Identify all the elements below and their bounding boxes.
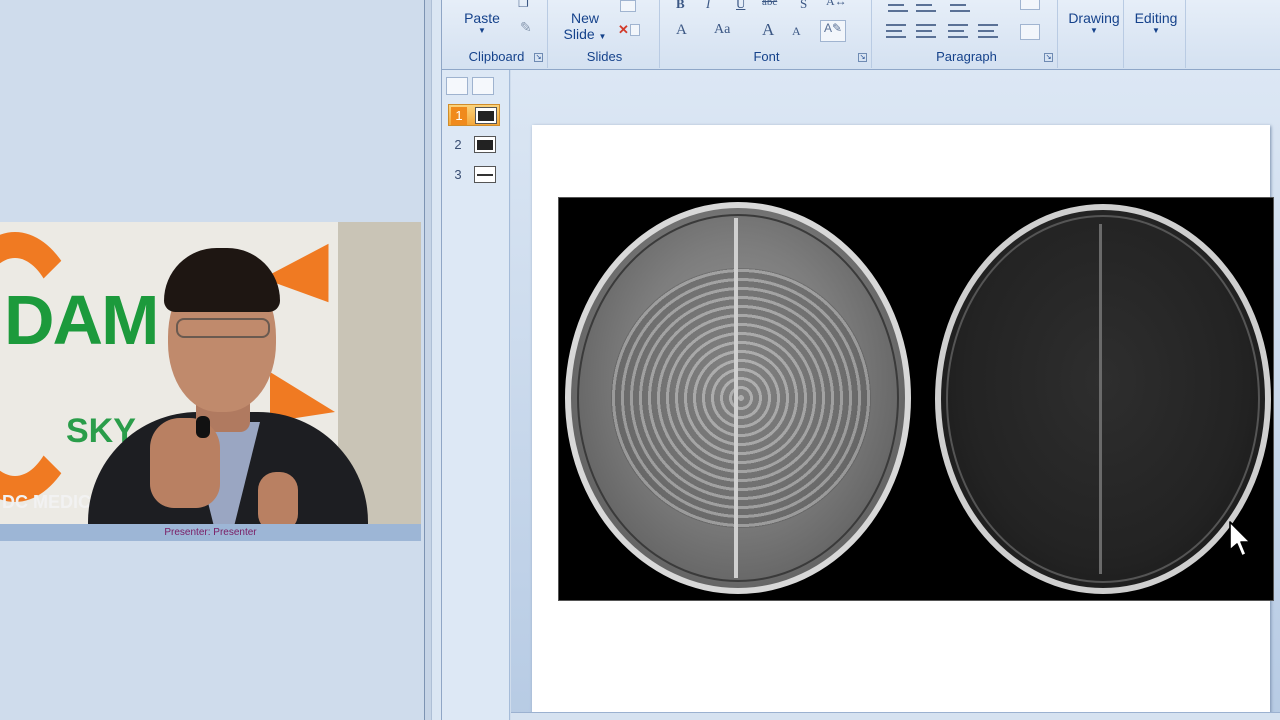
pane-splitter[interactable] xyxy=(432,0,442,720)
paragraph-group: Paragraph ↘ xyxy=(876,0,1058,68)
slide-thumbnail-2[interactable]: 2 xyxy=(448,134,500,156)
editing-label: Editing xyxy=(1134,10,1178,26)
slide-thumbnail-1[interactable]: 1 xyxy=(448,104,500,126)
presenter-figure xyxy=(258,472,298,524)
presenter-video: DAM SKY DC MEDIC xyxy=(0,222,421,524)
current-slide[interactable] xyxy=(532,125,1274,720)
presenter-figure xyxy=(176,318,270,338)
font-group-label: Font xyxy=(753,49,780,64)
delete-slide-icon[interactable]: ✕ xyxy=(618,22,629,38)
slide-thumbnail-3[interactable]: 3 xyxy=(448,164,500,186)
chevron-down-icon: ▼ xyxy=(598,32,607,41)
bold-icon[interactable]: B xyxy=(676,0,685,12)
new-slide-label-line2: Slide xyxy=(563,26,595,42)
slide-editing-area xyxy=(511,70,1280,720)
editing-group: Editing ▼ xyxy=(1126,0,1186,68)
dialog-launcher-icon[interactable]: ↘ xyxy=(858,53,867,62)
new-slide-button[interactable]: New Slide ▼ xyxy=(560,10,610,45)
text-direction-icon[interactable] xyxy=(1020,0,1040,10)
paste-label: Paste xyxy=(464,10,500,26)
line-spacing-icon[interactable] xyxy=(950,0,970,12)
dialog-launcher-icon[interactable]: ↘ xyxy=(1044,53,1053,62)
drawing-label: Drawing xyxy=(1068,10,1120,26)
brain-outline xyxy=(577,214,899,582)
new-slide-label-line1: New xyxy=(570,10,599,26)
slide-thumbnail-panel: 1 2 3 xyxy=(442,70,510,720)
paste-button[interactable]: Paste ▼ xyxy=(460,10,504,35)
columns-icon[interactable] xyxy=(1020,24,1040,40)
slide-thumbnail-image xyxy=(474,166,496,183)
copy-icon[interactable]: ❐ xyxy=(518,0,529,11)
slide-number: 2 xyxy=(454,137,462,152)
clipboard-group: Paste ▼ ❐ ✎ Clipboard ↘ xyxy=(446,0,548,68)
shadow-icon[interactable]: S xyxy=(800,0,807,12)
slide-thumbnail-image xyxy=(474,136,496,153)
slides-group: New Slide ▼ ✕ Slides xyxy=(550,0,660,68)
clipboard-group-label: Clipboard xyxy=(468,49,525,64)
underline-icon[interactable]: U xyxy=(736,0,745,12)
drawing-button[interactable]: Drawing ▼ xyxy=(1064,10,1124,35)
presenter-caption: Presenter: Presenter xyxy=(0,524,421,541)
slide-number: 3 xyxy=(454,167,462,182)
t1-contrast-brain-scan xyxy=(935,204,1271,594)
chevron-down-icon: ▼ xyxy=(1090,26,1098,35)
pane-splitter[interactable] xyxy=(424,0,432,720)
slide-number: 1 xyxy=(451,107,467,125)
notes-pane-edge[interactable] xyxy=(511,712,1280,720)
microphone xyxy=(196,416,210,438)
dialog-launcher-icon[interactable]: ↘ xyxy=(534,53,543,62)
mouse-cursor-icon xyxy=(1229,521,1251,557)
align-left-icon[interactable] xyxy=(886,24,906,38)
numbering-icon[interactable] xyxy=(916,0,936,12)
slides-tab-icon[interactable] xyxy=(446,77,468,95)
format-painter-icon[interactable]: ✎ xyxy=(520,20,532,37)
editing-button[interactable]: Editing ▼ xyxy=(1128,10,1184,35)
justify-icon[interactable] xyxy=(978,24,998,38)
bullets-icon[interactable] xyxy=(888,0,908,12)
delete-slide-icon[interactable] xyxy=(630,24,640,36)
clear-formatting-icon[interactable]: A✎ xyxy=(820,20,846,42)
font-group: B I U abc S A↔ A Aa A A A✎ Font ↘ xyxy=(662,0,872,68)
drawing-group: Drawing ▼ xyxy=(1060,0,1124,68)
align-center-icon[interactable] xyxy=(916,24,936,38)
presenter-pane: DAM SKY DC MEDIC Presenter: Presenter xyxy=(0,0,424,720)
shrink-font-icon[interactable]: A xyxy=(792,24,801,39)
italic-icon[interactable]: I xyxy=(706,0,710,12)
ribbon: Paste ▼ ❐ ✎ Clipboard ↘ New Slide ▼ ✕ Sl… xyxy=(442,0,1280,70)
layout-icon[interactable] xyxy=(620,0,636,12)
thumbnail-tabs xyxy=(446,74,504,96)
align-right-icon[interactable] xyxy=(948,24,968,38)
backdrop-logo-text: DC MEDIC xyxy=(2,492,91,512)
slide-thumbnail-image xyxy=(475,107,497,124)
slides-group-label: Slides xyxy=(586,49,623,64)
brain-outline xyxy=(946,215,1260,583)
change-case-icon[interactable]: Aa xyxy=(714,22,730,38)
chevron-down-icon: ▼ xyxy=(478,26,486,35)
outline-tab-icon[interactable] xyxy=(472,77,494,95)
t2-brain-scan xyxy=(565,202,911,594)
paragraph-group-label: Paragraph xyxy=(936,49,997,64)
backdrop-logo-text: DAM xyxy=(4,281,159,359)
character-spacing-icon[interactable]: A↔ xyxy=(826,0,847,9)
strikethrough-icon[interactable]: abc xyxy=(762,0,777,8)
mri-scan-image[interactable] xyxy=(558,197,1274,601)
font-color-icon[interactable]: A xyxy=(676,22,687,39)
grow-font-icon[interactable]: A xyxy=(762,20,774,40)
chevron-down-icon: ▼ xyxy=(1152,26,1160,35)
